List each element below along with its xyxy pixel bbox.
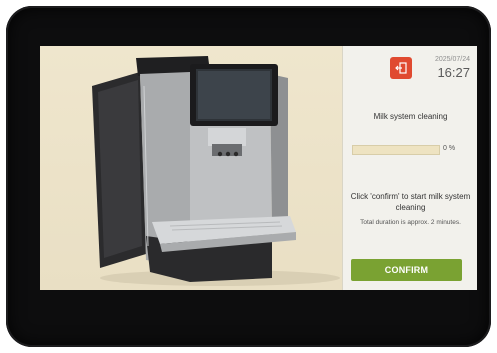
control-panel: 2025/07/24 16:27 Milk system cleaning 0 … [342, 46, 477, 290]
exit-button[interactable] [390, 57, 412, 79]
instruction-text: Click 'confirm' to start milk system cle… [350, 192, 471, 212]
coffee-machine-illustration [92, 56, 340, 286]
time-label: 16:27 [437, 65, 470, 80]
exit-icon [395, 62, 407, 74]
progress-percent: 0 % [443, 145, 456, 152]
date-label: 2025/07/24 [434, 56, 470, 63]
progress-bar [352, 145, 440, 155]
confirm-button[interactable]: CONFIRM [351, 259, 462, 281]
touch-screen: 2025/07/24 16:27 Milk system cleaning 0 … [40, 46, 477, 290]
coffee-machine-image [40, 46, 342, 290]
duration-note: Total duration is approx. 2 minutes. [360, 219, 461, 226]
page-title: Milk system cleaning [373, 112, 448, 121]
